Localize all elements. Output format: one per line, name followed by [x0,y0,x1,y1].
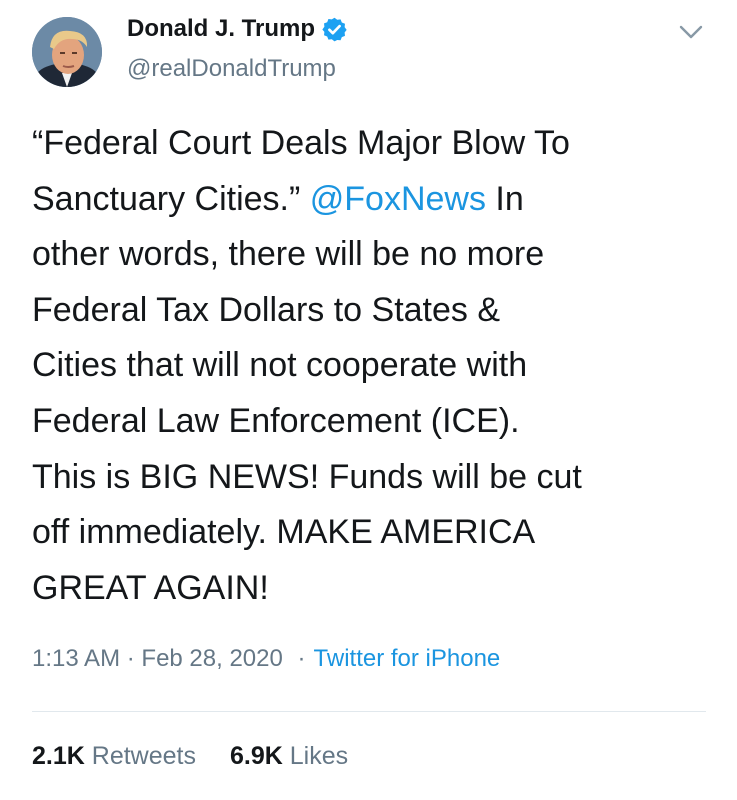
retweets-stat[interactable]: 2.1K Retweets [32,742,196,771]
divider [32,711,706,712]
tweet-line: GREAT AGAIN! [32,568,269,607]
tweet-line: This is BIG NEWS! Funds will be cut [32,457,582,496]
avatar-image [32,17,102,87]
likes-label: Likes [282,742,349,770]
tweet-line: Federal Law Enforcement (ICE). [32,401,520,440]
tweet-date[interactable]: Feb 28, 2020 [141,645,282,672]
tweet-line: Federal Tax Dollars to States & [32,290,501,329]
meta-separator: · [297,645,306,672]
likes-count: 6.9K [229,742,283,770]
tweet-line: Sanctuary Cities.” @FoxNews In [32,179,524,218]
tweet-line: “Federal Court Deals Major Blow To [32,124,570,162]
tweet-card: Donald J. Trump @realDonaldTrump “Federa… [0,0,737,800]
avatar[interactable] [32,17,102,87]
retweets-label: Retweets [84,742,196,770]
display-name[interactable]: Donald J. Trump [127,15,315,43]
tweet-text: “Federal Court Deals Major Blow To Sanct… [32,116,722,616]
tweet-line: off immediately. MAKE AMERICA [32,513,536,552]
tweet-meta: 1:13 AM · Feb 28, 2020 · Twitter for iPho… [32,645,500,673]
tweet-time[interactable]: 1:13 AM [32,645,120,672]
display-name-row[interactable]: Donald J. Trump [127,15,348,43]
mention-link[interactable]: @FoxNews [310,180,486,218]
tweet-stats: 2.1K Retweets 6.9K Likes [32,742,382,771]
tweet-line: other words, there will be no more [32,235,545,274]
user-handle[interactable]: @realDonaldTrump [127,55,336,83]
likes-stat[interactable]: 6.9K Likes [230,742,348,771]
meta-separator: · [126,645,135,672]
retweets-count: 2.1K [32,742,85,770]
tweet-line: Cities that will not cooperate with [32,346,528,385]
verified-badge-icon [322,17,347,41]
chevron-down-icon[interactable] [676,20,706,44]
tweet-source-link[interactable]: Twitter for iPhone [314,645,501,672]
